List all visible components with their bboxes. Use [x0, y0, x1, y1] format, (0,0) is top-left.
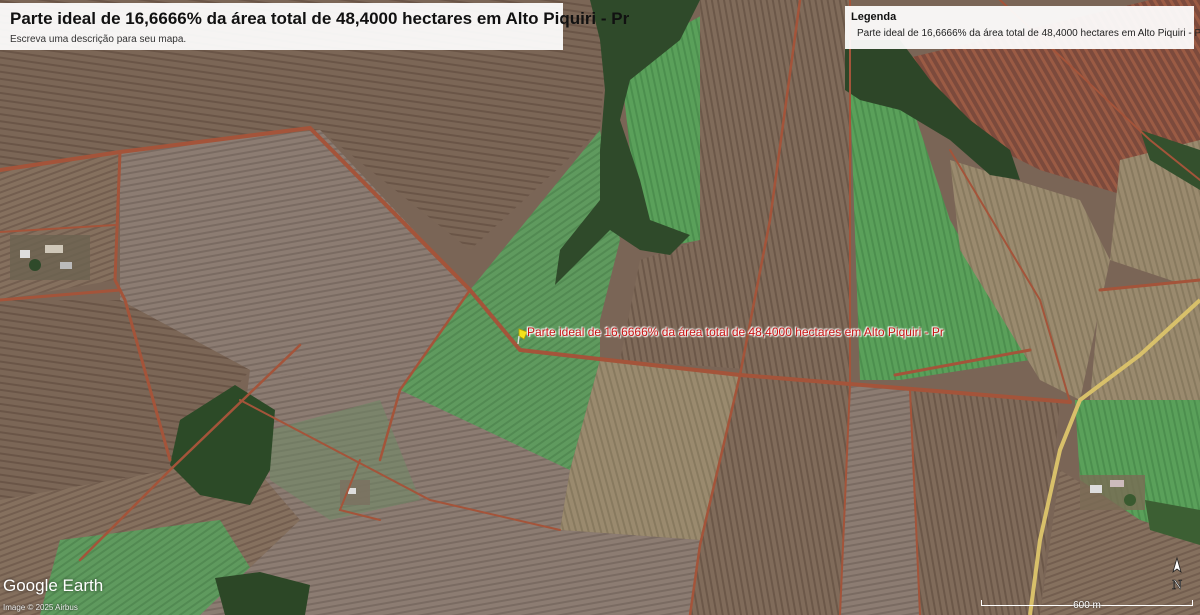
satellite-map[interactable]	[0, 0, 1200, 615]
north-compass-icon[interactable]: N	[1164, 556, 1190, 594]
field	[840, 385, 920, 615]
legend-item[interactable]: Parte ideal de 16,6666% da área total de…	[851, 27, 1200, 39]
placemark-label[interactable]: Parte ideal de 16,6666% da área total de…	[527, 325, 944, 339]
farmstead	[10, 235, 90, 280]
scale-label: 600 m	[1073, 600, 1101, 611]
tour-description[interactable]: Escreva uma descrição para seu mapa.	[10, 34, 553, 45]
legend-heading: Legenda	[851, 11, 897, 23]
imagery-credit: Image © 2025 Airbus	[3, 603, 78, 612]
compass-label: N	[1172, 578, 1182, 593]
tour-title-panel: Parte ideal de 16,6666% da área total de…	[0, 3, 630, 50]
scale-bar: 600 m	[981, 598, 1193, 612]
field	[910, 390, 1060, 615]
legend-panel: Legenda Parte ideal de 16,6666% da área …	[845, 6, 1200, 49]
farmstead	[1080, 475, 1145, 510]
legend-item-label: Parte ideal de 16,6666% da área total de…	[857, 27, 1200, 39]
tour-title: Parte ideal de 16,6666% da área total de…	[10, 9, 630, 28]
google-earth-logo: Google Earth	[3, 576, 104, 595]
